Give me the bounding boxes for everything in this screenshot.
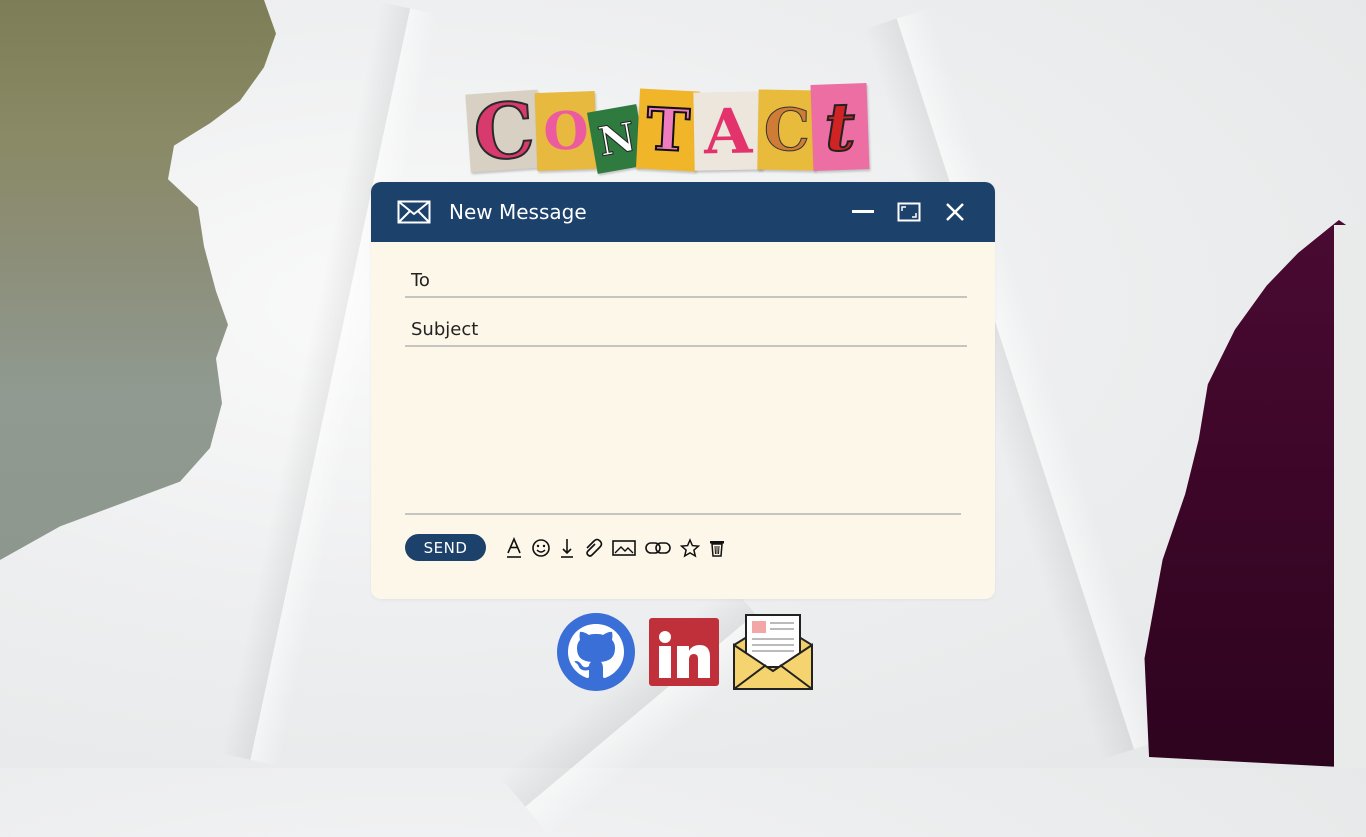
attachment-icon[interactable] [583,537,603,559]
message-body[interactable] [405,352,961,507]
compose-window: New Message To Subject SEND [371,182,995,599]
torn-paper-scrap-right [1144,220,1360,768]
maximize-icon[interactable] [895,198,923,226]
close-icon[interactable] [941,198,969,226]
star-icon[interactable] [680,537,700,559]
heading-letter: T [635,88,701,172]
social-links [556,612,814,692]
torn-paper-scrap-left [0,0,276,560]
compose-toolbar [506,536,725,560]
subject-label: Subject [411,319,479,340]
message-body-divider [405,513,961,515]
compose-title: New Message [449,200,587,224]
mail-icon [397,200,431,224]
download-icon[interactable] [560,537,574,559]
minimize-icon[interactable] [849,198,877,226]
heading-letter: C [465,83,543,179]
heading-letter: O [534,90,598,172]
send-button[interactable]: SEND [405,534,486,561]
paper-edge [1334,225,1366,768]
to-field[interactable]: To [405,266,967,298]
image-icon[interactable] [612,537,636,559]
github-icon[interactable] [556,612,636,692]
text-format-icon[interactable] [506,537,522,559]
heading-letter: t [810,83,870,171]
compose-titlebar: New Message [371,182,995,242]
to-label: To [411,270,430,291]
link-icon[interactable] [645,537,671,559]
contact-heading: C O N T A C t [465,76,900,179]
trash-icon[interactable] [709,537,725,559]
emoji-icon[interactable] [531,537,551,559]
mail-icon[interactable] [732,613,814,691]
heading-letter: C [757,89,817,171]
linkedin-icon[interactable] [648,617,720,687]
subject-field[interactable]: Subject [405,315,967,347]
heading-letter: A [693,91,763,171]
